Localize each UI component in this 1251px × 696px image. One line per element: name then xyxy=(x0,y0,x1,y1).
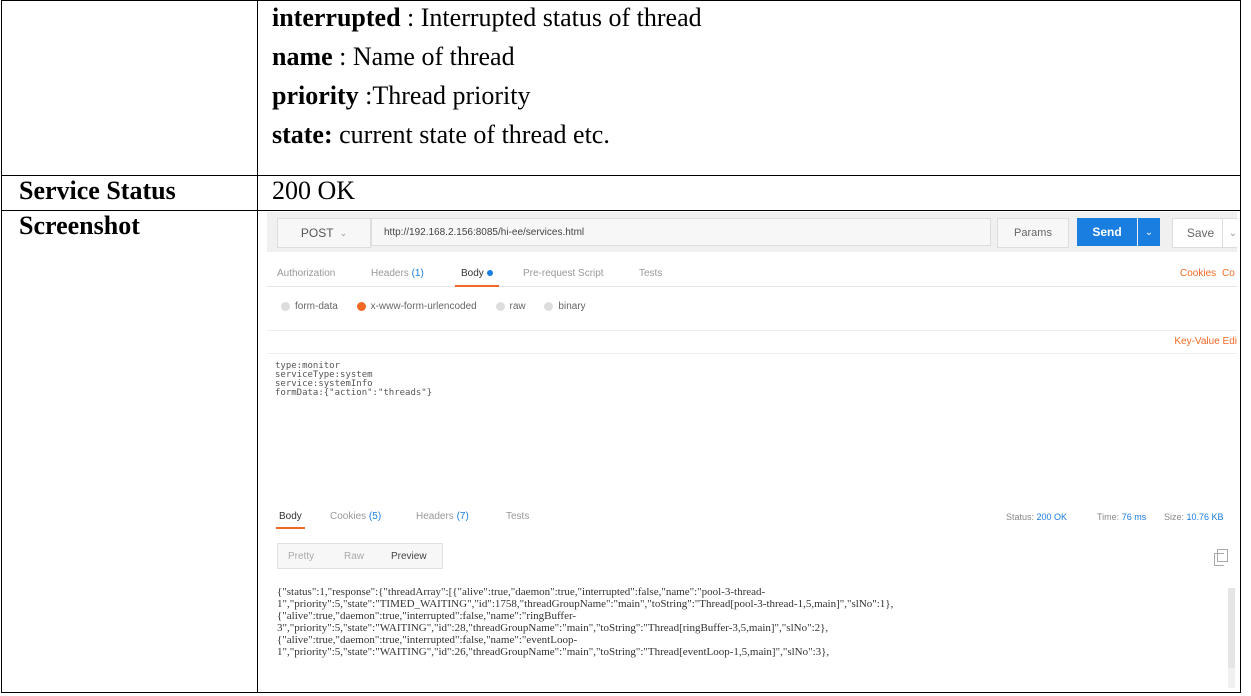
table-divider-2 xyxy=(1,210,1241,211)
desc-term: name xyxy=(272,42,333,71)
status-info: Status: 200 OK xyxy=(1006,512,1067,522)
response-line: 3","priority":5,"state":"WAITING","id":2… xyxy=(277,622,829,634)
request-body-editor[interactable]: type:monitor serviceType:system service:sy… xyxy=(275,362,432,398)
desc-line: priority :Thread priority xyxy=(272,80,702,111)
desc-text: : Name of thread xyxy=(332,42,515,71)
time-value: 76 ms xyxy=(1121,512,1147,522)
tab-label: Headers xyxy=(416,511,454,522)
desc-term: state: xyxy=(272,120,333,149)
time-info: Time: 76 ms xyxy=(1097,512,1146,522)
view-preview[interactable]: Preview xyxy=(391,551,427,562)
radio-x-www-form-urlencoded[interactable]: x-www-form-urlencoded xyxy=(356,301,477,312)
key-value-bar: Key-Value Edi xyxy=(267,330,1237,354)
radio-icon xyxy=(495,302,505,311)
tab-body[interactable]: Body xyxy=(455,268,499,287)
method-label: POST xyxy=(300,226,334,240)
response-tab-headers[interactable]: Headers (7) xyxy=(416,511,469,522)
radio-raw[interactable]: raw xyxy=(495,301,526,312)
send-dropdown-chevron-icon[interactable]: ⌄ xyxy=(1138,218,1160,246)
radio-binary[interactable]: binary xyxy=(544,301,586,312)
key-value-edit-link[interactable]: Key-Value Edi xyxy=(1174,336,1237,347)
view-pretty[interactable]: Pretty xyxy=(288,551,314,562)
tab-label: Tests xyxy=(506,511,530,522)
service-status-value: 200 OK xyxy=(272,176,356,205)
desc-text: current state of thread etc. xyxy=(332,120,610,149)
tab-authorization[interactable]: Authorization xyxy=(277,268,335,279)
desc-term: priority xyxy=(272,81,359,110)
code-link[interactable]: Co xyxy=(1222,268,1235,279)
cookies-link[interactable]: Cookies xyxy=(1180,268,1216,279)
body-type-selector: form-data x-www-form-urlencoded raw bina… xyxy=(281,301,602,314)
tab-count: (1) xyxy=(411,268,424,279)
service-status-label: Service Status xyxy=(19,176,176,205)
table-border-left xyxy=(1,0,2,693)
method-select[interactable]: POST ⌄ xyxy=(277,218,371,248)
copy-icon[interactable] xyxy=(1214,549,1228,566)
response-body: {"status":1,"response":{"threadArray":[{… xyxy=(277,586,1217,658)
tab-label: Pre-request Script xyxy=(523,268,604,279)
field-description-list: interrupted : Interrupted status of thre… xyxy=(272,2,702,150)
save-dropdown-chevron-icon[interactable]: ⌄ xyxy=(1222,218,1237,248)
tab-count: (5) xyxy=(368,511,382,522)
radio-label: raw xyxy=(509,301,526,312)
response-tab-tests[interactable]: Tests xyxy=(506,511,529,522)
response-tab-cookies[interactable]: Cookies (5) xyxy=(330,511,381,522)
size-value: 10.76 KB xyxy=(1186,512,1224,522)
response-tab-body[interactable]: Body xyxy=(276,511,305,529)
table-border-top xyxy=(1,0,1241,1)
postman-screenshot: POST ⌄ http://192.168.2.156:8085/hi-ee/s… xyxy=(267,212,1237,691)
table-divider-1 xyxy=(1,175,1241,176)
response-line: {"alive":true,"daemon":true,"interrupted… xyxy=(277,610,577,622)
radio-selected-icon xyxy=(356,302,366,311)
status-value: 200 OK xyxy=(1036,512,1068,522)
desc-line: state: current state of thread etc. xyxy=(272,119,702,150)
tab-label: Body xyxy=(279,511,302,522)
view-raw[interactable]: Raw xyxy=(344,551,364,562)
tab-label: Body xyxy=(461,268,484,279)
response-line: 1","priority":5,"state":"WAITING","id":2… xyxy=(277,646,830,658)
tab-tests[interactable]: Tests xyxy=(639,268,662,279)
tab-label: Authorization xyxy=(277,268,336,279)
table-column-divider xyxy=(257,0,258,693)
radio-label: binary xyxy=(558,301,586,312)
table-border-right xyxy=(1240,0,1241,693)
response-line: 1","priority":5,"state":"TIMED_WAITING",… xyxy=(277,598,894,610)
desc-text: : Interrupted status of thread xyxy=(400,3,702,32)
tab-label: Headers xyxy=(371,268,409,279)
tab-count: (7) xyxy=(456,511,469,522)
desc-line: name : Name of thread xyxy=(272,41,702,72)
response-view-modes: Pretty Raw Preview xyxy=(277,543,443,569)
body-modified-dot-icon xyxy=(486,270,493,277)
tab-headers[interactable]: Headers (1) xyxy=(371,268,424,279)
tab-pre-request-script[interactable]: Pre-request Script xyxy=(523,268,604,279)
size-info: Size: 10.76 KB xyxy=(1164,512,1224,522)
tab-label: Cookies xyxy=(330,511,367,522)
url-input[interactable]: http://192.168.2.156:8085/hi-ee/services… xyxy=(371,218,991,246)
radio-icon xyxy=(544,302,554,311)
save-button[interactable]: Save xyxy=(1172,218,1229,248)
request-bar: POST ⌄ http://192.168.2.156:8085/hi-ee/s… xyxy=(267,212,1237,252)
params-button[interactable]: Params xyxy=(997,218,1069,248)
response-line: {"alive":true,"daemon":true,"interrupted… xyxy=(277,634,578,646)
desc-term: interrupted xyxy=(272,3,401,32)
screenshot-label: Screenshot xyxy=(19,211,140,240)
radio-label: x-www-form-urlencoded xyxy=(370,301,477,312)
radio-label: form-data xyxy=(295,301,338,312)
table-border-bottom xyxy=(1,692,1241,693)
response-tabs: Body Cookies (5) Headers (7) Tests xyxy=(267,508,1237,532)
response-line: {"status":1,"response":{"threadArray":[{… xyxy=(277,586,766,598)
time-label: Time: xyxy=(1097,512,1120,522)
request-tabs: Authorization Headers (1) Body Pre-reque… xyxy=(267,260,1237,287)
body-line: formData:{"action":"threads"} xyxy=(275,388,433,398)
tab-label: Tests xyxy=(639,268,663,279)
status-label: Status: xyxy=(1006,512,1035,522)
radio-form-data[interactable]: form-data xyxy=(281,301,338,312)
size-label: Size: xyxy=(1164,512,1185,522)
chevron-down-icon: ⌄ xyxy=(339,227,348,238)
radio-icon xyxy=(281,302,290,311)
send-button[interactable]: Send xyxy=(1077,218,1137,246)
desc-text: :Thread priority xyxy=(358,81,531,110)
desc-line: interrupted : Interrupted status of thre… xyxy=(272,2,702,33)
response-scrollbar-thumb[interactable] xyxy=(1228,588,1235,668)
